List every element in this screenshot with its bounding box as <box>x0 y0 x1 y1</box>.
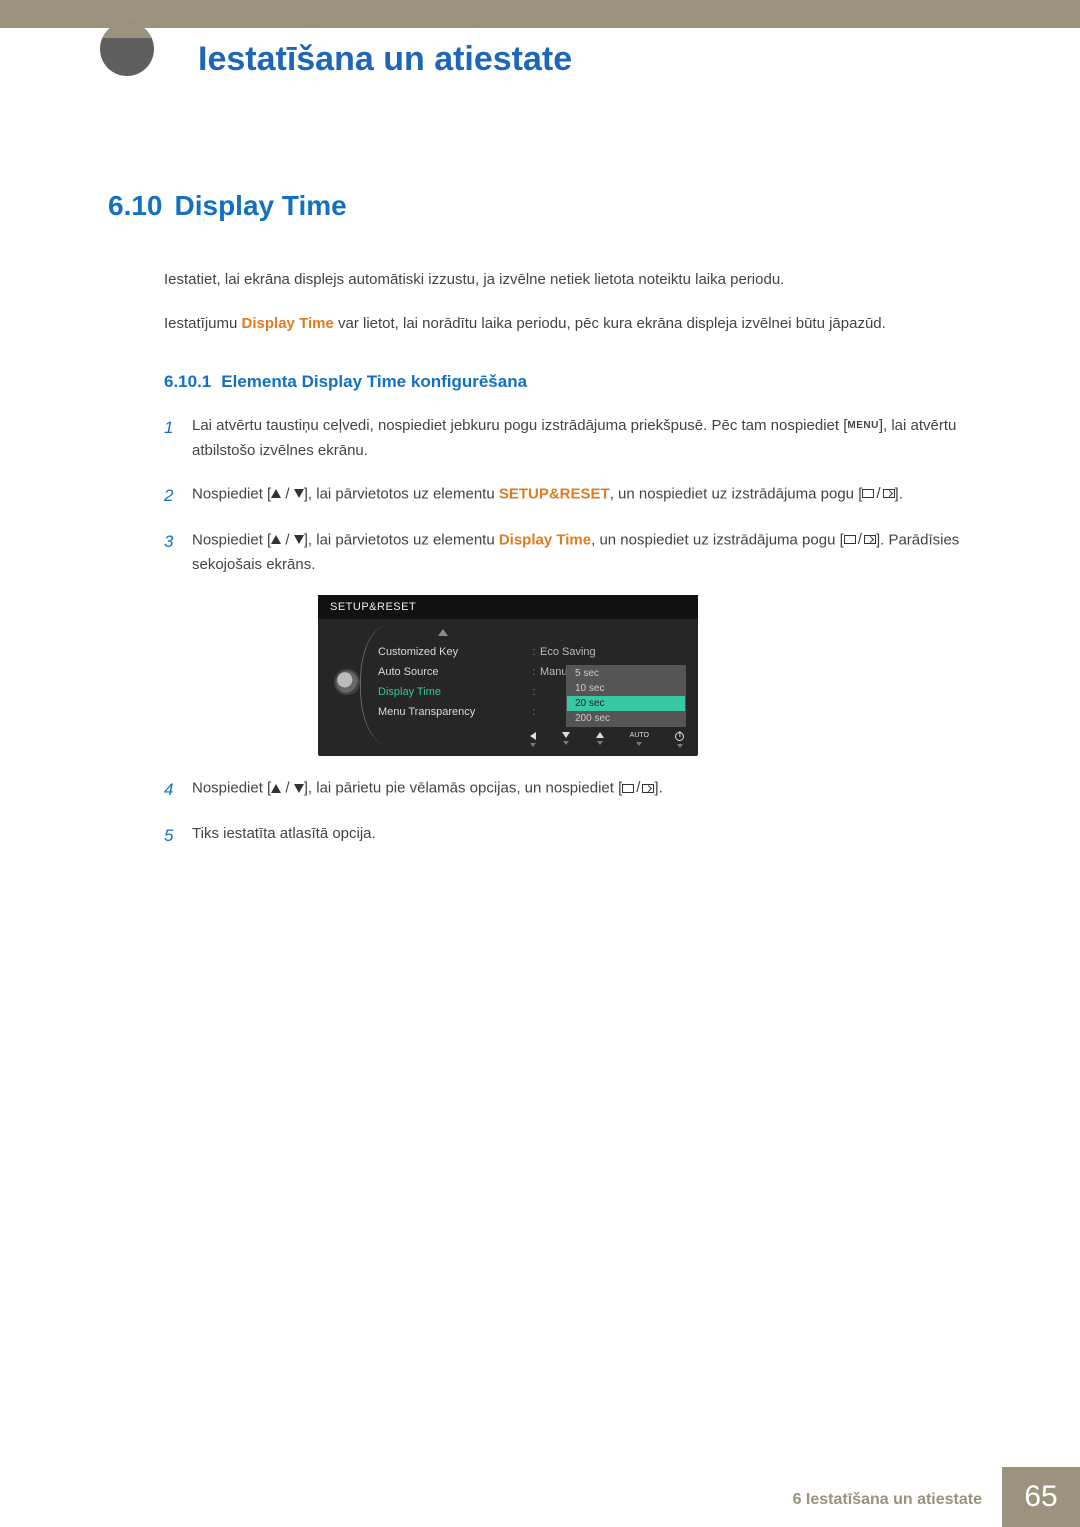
step-number: 2 <box>164 482 192 510</box>
osd-separator: : <box>528 686 540 698</box>
osd-nav-down <box>562 732 570 748</box>
chapter-title: Iestatīšana un atiestate <box>198 40 572 79</box>
osd-dropdown: 5 sec 10 sec 20 sec 200 sec <box>566 665 686 727</box>
section-heading: 6.10 Display Time <box>108 190 978 222</box>
menu-symbol: MENU <box>847 420 878 431</box>
osd-row-customized-key: Customized Key:Eco Saving <box>378 642 684 662</box>
section-number: 6.10 <box>108 190 163 221</box>
osd-option: 200 sec <box>567 711 685 726</box>
s2d: ]. <box>895 485 903 502</box>
enter-icon: / <box>862 482 894 507</box>
osd-separator: : <box>528 646 540 658</box>
osd-title: SETUP&RESET <box>318 595 698 619</box>
step-number: 1 <box>164 414 192 464</box>
s3a: Nospiediet [ <box>192 531 271 548</box>
top-accent-bar <box>0 0 1080 28</box>
footer-chapter-text: 6 Iestatīšana un atiestate <box>773 1473 1002 1527</box>
triangle-down-icon <box>562 732 570 738</box>
s2c: , un nospiediet uz izstrādājuma pogu [ <box>610 485 863 502</box>
osd-option-selected: 20 sec <box>567 696 685 711</box>
enter-icon: / <box>622 776 654 801</box>
subsection-title: Elementa Display Time konfigurēšana <box>221 372 527 391</box>
osd-label: Auto Source <box>378 666 528 678</box>
triangle-up-icon <box>271 535 281 544</box>
osd-separator: : <box>528 666 540 678</box>
s2a: Nospiediet [ <box>192 485 271 502</box>
s3b: ], lai pārvietotos uz elementu <box>304 531 499 548</box>
osd-panel: SETUP&RESET Customized Key:Eco Saving Au… <box>318 595 698 756</box>
step-text: Lai atvērtu taustiņu ceļvedi, nospiediet… <box>192 414 978 464</box>
osd-label: Customized Key <box>378 646 528 658</box>
osd-option: 5 sec <box>567 666 685 681</box>
triangle-down-icon <box>294 535 304 544</box>
s4a: Nospiediet [ <box>192 780 271 797</box>
osd-nav-up <box>596 732 604 748</box>
page-number: 65 <box>1002 1467 1080 1527</box>
osd-body: Customized Key:Eco Saving Auto Source:Ma… <box>318 619 698 726</box>
section-intro-2: Iestatījumu Display Time var lietot, lai… <box>164 312 978 336</box>
triangle-up-icon <box>438 629 448 636</box>
osd-menu-column: Customized Key:Eco Saving Auto Source:Ma… <box>378 629 684 722</box>
step-2: 2 Nospiediet [ / ], lai pārvietotos uz e… <box>164 482 978 510</box>
osd-nav-auto: AUTO <box>630 732 649 748</box>
page-content: 6.10 Display Time Iestatiet, lai ekrāna d… <box>108 190 978 868</box>
s2b: ], lai pārvietotos uz elementu <box>304 485 499 502</box>
osd-label: Display Time <box>378 686 528 698</box>
step-number: 5 <box>164 822 192 850</box>
page-footer: 6 Iestatīšana un atiestate 65 <box>0 1467 1080 1527</box>
intro2-pre: Iestatījumu <box>164 315 242 332</box>
step-1: 1 Lai atvērtu taustiņu ceļvedi, nospiedi… <box>164 414 978 464</box>
s4b: ], lai pārietu pie vēlamās opcijas, un n… <box>304 780 623 797</box>
section-title: Display Time <box>175 190 347 221</box>
osd-side-icons <box>332 633 362 693</box>
osd-nav-power <box>675 732 684 748</box>
s3c: , un nospiediet uz izstrādājuma pogu [ <box>591 531 844 548</box>
osd-value: Eco Saving <box>540 646 684 658</box>
step-4: 4 Nospiediet [ / ], lai pārietu pie vēla… <box>164 776 978 804</box>
step-text: Nospiediet [ / ], lai pārietu pie vēlamā… <box>192 776 978 804</box>
intro2-post: var lietot, lai norādītu laika periodu, … <box>334 315 886 332</box>
triangle-down-icon <box>294 784 304 793</box>
osd-separator: : <box>528 706 540 718</box>
triangle-down-icon <box>294 489 304 498</box>
power-icon <box>675 732 684 741</box>
s3-em: Display Time <box>499 531 591 548</box>
triangle-up-icon <box>271 489 281 498</box>
steps-list: 1 Lai atvērtu taustiņu ceļvedi, nospiedi… <box>164 414 978 577</box>
step-3: 3 Nospiediet [ / ], lai pārvietotos uz e… <box>164 528 978 578</box>
subsection-heading: 6.10.1 Elementa Display Time konfigurēšan… <box>164 372 978 392</box>
steps-list-cont: 4 Nospiediet [ / ], lai pārietu pie vēla… <box>164 776 978 850</box>
osd-option: 10 sec <box>567 681 685 696</box>
auto-label: AUTO <box>630 732 649 739</box>
step-number: 4 <box>164 776 192 804</box>
step-text: Tiks iestatīta atlasītā opcija. <box>192 822 978 850</box>
osd-label: Menu Transparency <box>378 706 528 718</box>
step-text: Nospiediet [ / ], lai pārvietotos uz ele… <box>192 482 978 510</box>
step-text: Nospiediet [ / ], lai pārvietotos uz ele… <box>192 528 978 578</box>
gear-icon <box>336 671 358 693</box>
enter-icon: / <box>844 528 876 553</box>
subsection-number: 6.10.1 <box>164 372 211 391</box>
s2-em: SETUP&RESET <box>499 485 610 502</box>
chapter-circle-decoration <box>100 22 154 76</box>
triangle-left-icon <box>530 732 536 740</box>
s1a: Lai atvērtu taustiņu ceļvedi, nospiediet… <box>192 417 847 434</box>
section-intro-1: Iestatiet, lai ekrāna displejs automātis… <box>164 268 978 292</box>
s4c: ]. <box>654 780 662 797</box>
step-5: 5 Tiks iestatīta atlasītā opcija. <box>164 822 978 850</box>
triangle-up-icon <box>596 732 604 738</box>
triangle-up-icon <box>271 784 281 793</box>
osd-nav-left <box>530 732 536 748</box>
step-number: 3 <box>164 528 192 578</box>
intro2-em: Display Time <box>242 315 334 332</box>
